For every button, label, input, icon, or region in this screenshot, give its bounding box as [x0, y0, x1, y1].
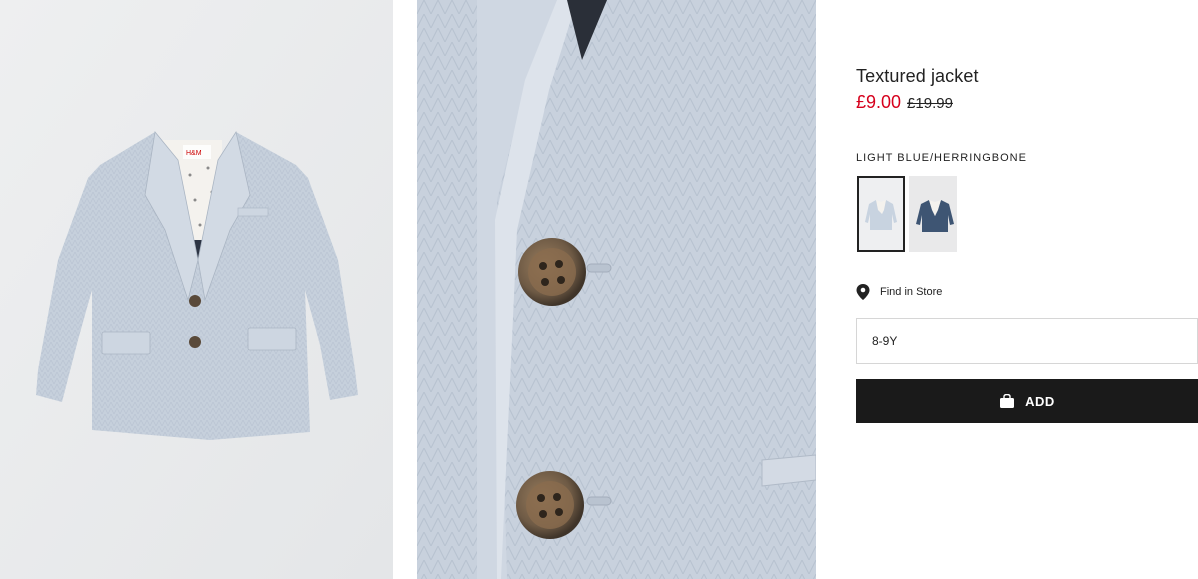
- find-in-store-link[interactable]: Find in Store: [856, 284, 942, 300]
- shopping-bag-icon: [1000, 394, 1015, 408]
- color-swatches: [857, 176, 957, 252]
- original-price: £19.99: [907, 95, 953, 112]
- add-to-bag-button[interactable]: ADD: [856, 379, 1198, 423]
- location-pin-icon: [856, 284, 870, 300]
- svg-text:H&M: H&M: [186, 150, 202, 157]
- jacket-thumbnail-icon: [909, 176, 957, 252]
- jacket-thumbnail-icon: [859, 178, 903, 250]
- selected-size-value: 8-9Y: [872, 334, 898, 348]
- color-name-label: LIGHT BLUE/HERRINGBONE: [856, 152, 1027, 164]
- swatch-dark-blue[interactable]: [909, 176, 957, 252]
- swatch-light-blue[interactable]: [857, 176, 905, 252]
- fabric-detail-illustration: [417, 0, 816, 579]
- size-selector[interactable]: 8-9Y: [856, 318, 1198, 364]
- price-row: £9.00 £19.99: [856, 92, 953, 113]
- product-image-detail[interactable]: [417, 0, 816, 579]
- sale-price: £9.00: [856, 92, 902, 112]
- jacket-illustration: H&M: [0, 0, 393, 579]
- product-info-panel: Textured jacket £9.00 £19.99 LIGHT BLUE/…: [856, 0, 1198, 579]
- product-page: H&M Textured jacket £9.00 £19.99 LIGHT B…: [0, 0, 1198, 579]
- product-image-main[interactable]: H&M: [0, 0, 393, 579]
- find-in-store-label: Find in Store: [880, 286, 943, 298]
- product-title: Textured jacket: [856, 66, 979, 86]
- add-button-label: ADD: [1025, 393, 1055, 409]
